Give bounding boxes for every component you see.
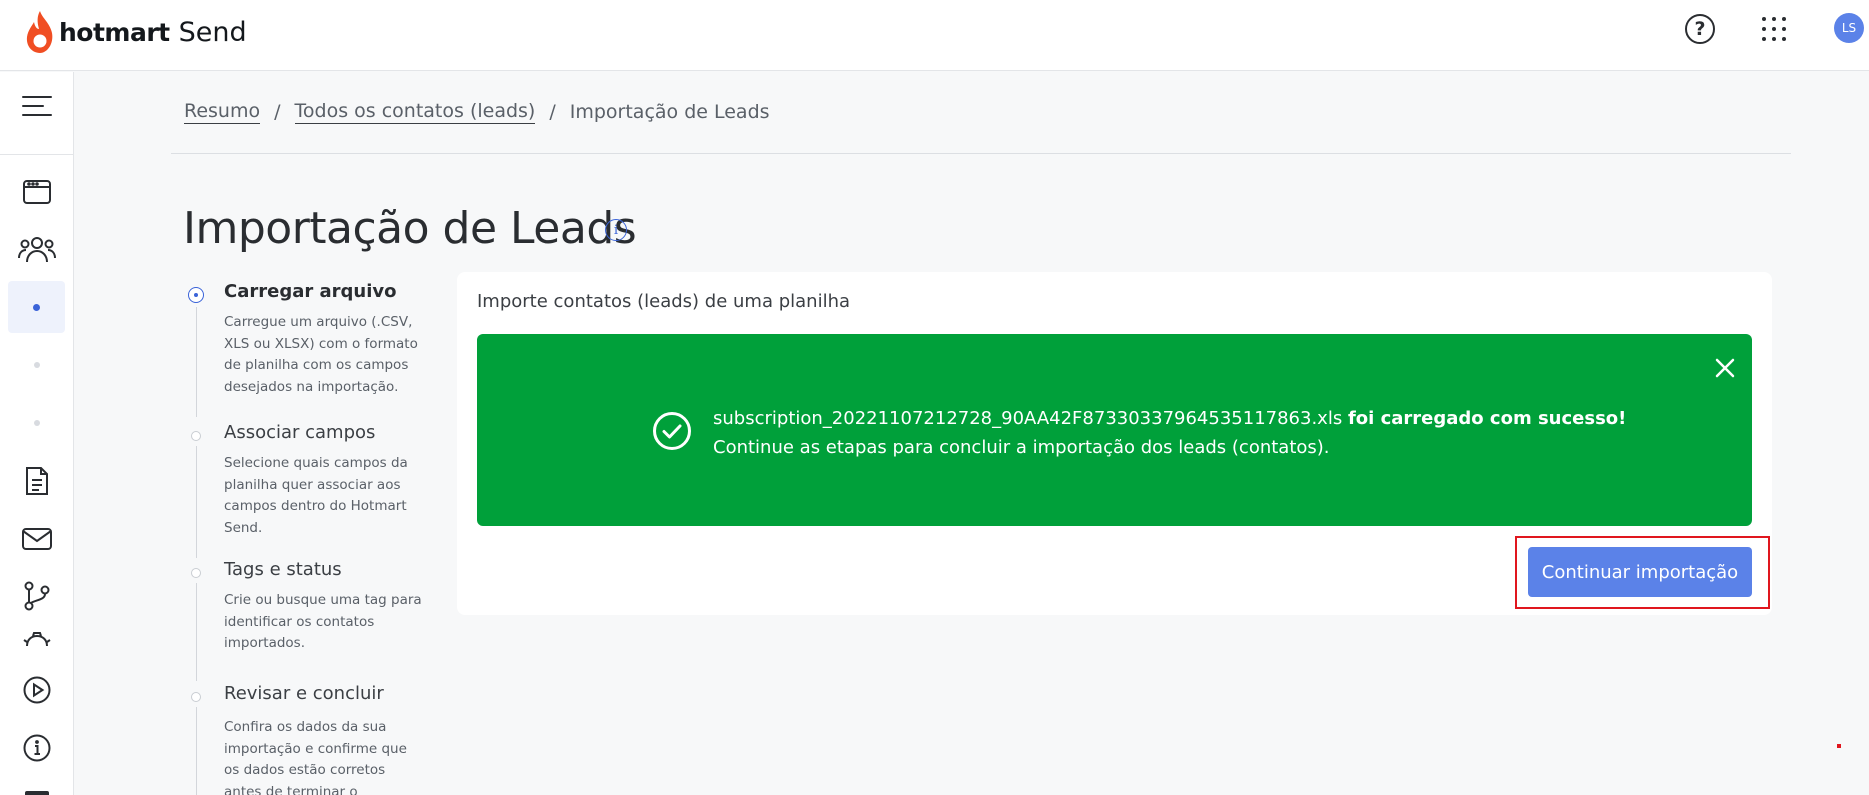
step-connector	[196, 707, 197, 795]
flow-icon	[24, 581, 49, 611]
top-bar: hotmart Send ? LS	[0, 0, 1869, 71]
breadcrumb-divider	[171, 153, 1791, 154]
truncated-icon	[24, 791, 49, 795]
breadcrumb-separator: /	[274, 101, 281, 123]
marker-dot	[1837, 744, 1841, 748]
sidebar-item-info[interactable]	[8, 722, 65, 774]
gear-icon	[22, 632, 51, 646]
breadcrumb-link-contacts[interactable]: Todos os contatos (leads)	[294, 100, 536, 124]
close-icon[interactable]	[1713, 356, 1737, 380]
logo-send-text: Send	[178, 16, 247, 48]
alert-line-2: Continue as etapas para concluir a impor…	[713, 437, 1330, 458]
breadcrumb-link-resumo[interactable]: Resumo	[184, 100, 261, 124]
sidebar-item-automation[interactable]	[8, 570, 65, 622]
sidebar-item-videos[interactable]	[8, 664, 65, 716]
sidebar-divider	[0, 154, 74, 155]
check-circle-icon	[653, 412, 691, 450]
sidebar-item-menu-toggle[interactable]	[8, 80, 65, 132]
play-icon	[23, 676, 50, 704]
step-description: Confira os dados da sua importação e con…	[224, 719, 407, 795]
sidebar-item-dashboard[interactable]	[8, 166, 65, 218]
step-title: Associar campos	[224, 422, 376, 443]
success-alert: subscription_20221107212728_90AA42F87330…	[477, 334, 1752, 526]
mail-icon	[21, 528, 52, 550]
sidebar	[0, 72, 74, 795]
card-heading: Importe contatos (leads) de uma planilha	[477, 291, 851, 312]
dot-icon	[33, 362, 40, 368]
sidebar-item-more[interactable]	[8, 783, 65, 795]
page-title: Importação de Leads	[183, 203, 637, 254]
breadcrumb: Resumo / Todos os contatos (leads) / Imp…	[184, 100, 770, 124]
dot-icon	[33, 420, 40, 426]
step-connector	[196, 583, 197, 681]
step-connector	[196, 446, 197, 558]
step-pending-icon	[191, 431, 201, 441]
alert-success-text: foi carregado com sucesso!	[1347, 408, 1627, 429]
step-pending-icon	[191, 692, 201, 702]
users-icon	[17, 237, 56, 263]
uploaded-filename: subscription_20221107212728_90AA42F87330…	[713, 408, 1343, 429]
alert-line-1: subscription_20221107212728_90AA42F87330…	[713, 404, 1626, 433]
info-icon[interactable]: i	[605, 219, 627, 241]
alert-message: subscription_20221107212728_90AA42F87330…	[713, 404, 1626, 462]
menu-icon	[21, 96, 52, 116]
step-description: Crie ou busque uma tag para identificar …	[224, 592, 422, 651]
sidebar-item-sub-step-3[interactable]	[8, 397, 65, 449]
breadcrumb-current: Importação de Leads	[569, 101, 770, 123]
sidebar-item-email[interactable]	[8, 513, 65, 565]
sidebar-item-forms[interactable]	[8, 455, 65, 507]
document-icon	[25, 467, 48, 495]
step-title: Revisar e concluir	[224, 683, 384, 704]
breadcrumb-separator: /	[549, 101, 556, 123]
hotmart-send-logo[interactable]: hotmart Send	[24, 6, 247, 58]
step-description: Carregue um arquivo (.CSV, XLS ou XLSX) …	[224, 314, 418, 395]
sidebar-item-contacts[interactable]	[8, 223, 65, 275]
dot-icon	[33, 303, 40, 311]
step-description: Selecione quais campos da planilha quer …	[224, 455, 408, 536]
continue-import-button[interactable]: Continuar importação	[1528, 547, 1752, 597]
window-icon	[22, 180, 51, 204]
flame-icon	[26, 11, 53, 53]
step-connector	[196, 307, 197, 417]
sidebar-item-sub-step-1[interactable]	[8, 281, 65, 333]
logo-hotmart-text: hotmart	[59, 17, 170, 47]
sidebar-item-settings[interactable]	[8, 616, 65, 646]
avatar[interactable]: LS	[1834, 13, 1864, 43]
step-title: Carregar arquivo	[224, 281, 397, 302]
step-pending-icon	[191, 568, 201, 578]
info-icon	[23, 734, 50, 762]
step-current-icon	[188, 287, 204, 303]
step-title: Tags e status	[224, 559, 342, 580]
sidebar-item-sub-step-2[interactable]	[8, 339, 65, 391]
apps-grid-icon[interactable]	[1762, 17, 1786, 41]
help-circle-icon[interactable]: ?	[1685, 14, 1715, 44]
